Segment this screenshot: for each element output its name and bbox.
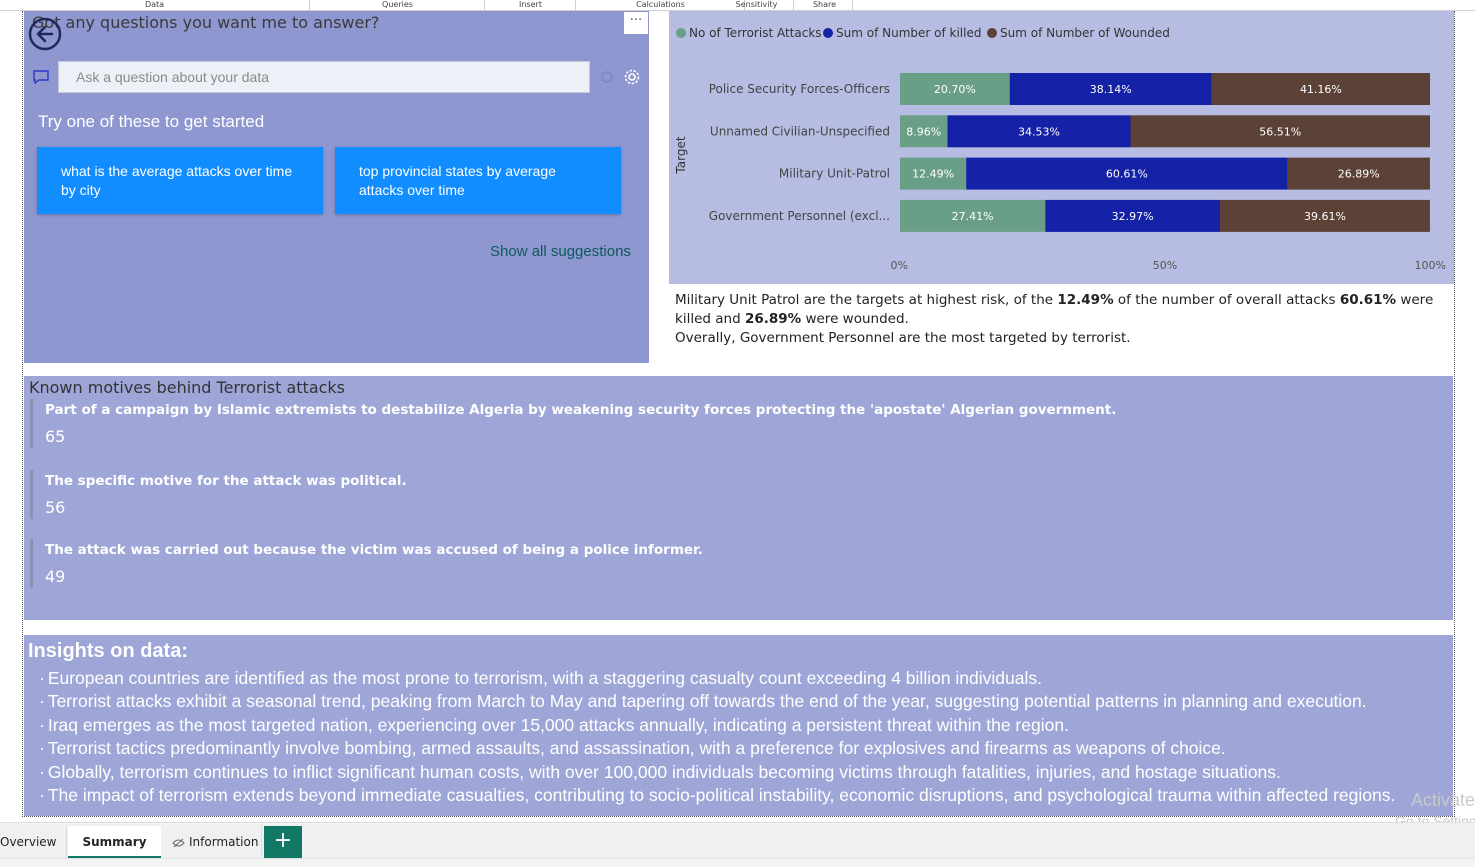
legend-marker [823, 28, 833, 38]
tab-overview[interactable]: Overview [0, 826, 67, 859]
tab-information[interactable]: Information [162, 826, 262, 859]
summary-text-a: Military Unit Patrol are the targets at … [675, 292, 1058, 308]
summary-text-c: of the number of overall attacks [1113, 292, 1340, 308]
summary-value-wounded: 26.89% [744, 311, 802, 327]
x-tick-label: 50% [1153, 259, 1177, 272]
tab-summary[interactable]: Summary [68, 826, 161, 859]
insight-item: The impact of terrorism extends beyond i… [39, 784, 1439, 807]
gear-icon[interactable] [623, 68, 641, 86]
insights-list: European countries are identified as the… [39, 667, 1439, 807]
bar-data-label: 39.61% [1304, 210, 1346, 223]
show-all-suggestions-link[interactable]: Show all suggestions [490, 243, 631, 260]
motive-text: The attack was carried out because the v… [45, 542, 703, 558]
microphone-icon[interactable] [600, 70, 614, 84]
more-options-button[interactable]: ··· [624, 12, 648, 34]
summary-value-attacks: 12.49% [1057, 292, 1114, 308]
legend-label: Sum of Number of killed [836, 26, 981, 40]
ribbon-item-share[interactable]: Share [797, 0, 853, 10]
bar-data-label: 34.53% [1018, 125, 1060, 138]
summary-text: Military Unit Patrol are the targets at … [675, 291, 1445, 348]
x-tick-label: 0% [891, 259, 908, 272]
motive-item: The specific motive for the attack was p… [30, 470, 407, 519]
legend-marker [987, 28, 997, 38]
qa-question-input[interactable] [58, 61, 590, 93]
category-label: Unnamed Civilian-Unspecified [710, 124, 890, 138]
chat-icon [33, 70, 49, 84]
suggestion-button-average-attacks-by-city[interactable]: what is the average attacks over time by… [37, 147, 323, 214]
motive-item: The attack was carried out because the v… [30, 539, 703, 588]
x-tick-label: 100% [1415, 259, 1446, 272]
y-axis-title: Target [674, 136, 688, 174]
insights-title: Insights on data: [28, 640, 188, 662]
suggestion-button-top-provincial-states[interactable]: top provincial states by average attacks… [335, 147, 621, 214]
insights-panel: Insights on data: European countries are… [24, 635, 1453, 816]
chart-legend: No of Terrorist Attacks Sum of Number of … [676, 26, 1170, 40]
insight-item: Globally, terrorism continues to inflict… [39, 761, 1439, 784]
ribbon-item-insert[interactable]: Insert [486, 0, 576, 10]
category-label: Police Security Forces-Officers [709, 82, 890, 96]
ribbon-item-sensitivity[interactable]: Sensitivity [720, 0, 794, 10]
summary-text-g: were wounded. [801, 311, 909, 327]
bar-data-label: 60.61% [1106, 168, 1148, 181]
category-label: Government Personnel (excl... [709, 209, 890, 223]
bar-data-label: 8.96% [906, 125, 941, 138]
bar-data-label: 41.16% [1300, 83, 1342, 96]
bar-data-label: 26.89% [1338, 168, 1380, 181]
legend-marker [676, 28, 686, 38]
summary-value-killed: 60.61% [1339, 292, 1397, 308]
hidden-eye-icon [172, 838, 185, 847]
motives-panel: Known motives behind Terrorist attacks P… [24, 376, 1453, 620]
motive-text: Part of a campaign by Islamic extremists… [45, 402, 1117, 418]
motive-count: 56 [45, 498, 66, 517]
add-page-button[interactable]: + [264, 826, 302, 858]
insight-item: Terrorist tactics predominantly involve … [39, 737, 1439, 760]
legend-label: Sum of Number of Wounded [1000, 26, 1170, 40]
ribbon-item-queries[interactable]: Queries [311, 0, 485, 10]
status-strip [0, 858, 1475, 867]
bar-data-label: 56.51% [1259, 125, 1301, 138]
qa-title: Got any questions you want me to answer? [32, 13, 380, 32]
motive-count: 49 [45, 567, 66, 586]
summary-paragraph-2: Overally, Government Personnel are the m… [675, 330, 1131, 346]
motive-count: 65 [45, 427, 66, 446]
stacked-bar-chart[interactable]: No of Terrorist Attacks Sum of Number of … [669, 11, 1454, 284]
back-arrow-icon[interactable] [28, 17, 62, 51]
try-suggestions-heading: Try one of these to get started [38, 112, 265, 131]
bar-data-label: 32.97% [1112, 210, 1154, 223]
chart-x-ticks: 0% 50% 100% [891, 259, 1446, 272]
tab-label: Information [189, 835, 259, 849]
category-label: Military Unit-Patrol [779, 167, 890, 181]
bar-data-label: 38.14% [1090, 83, 1132, 96]
motives-title: Known motives behind Terrorist attacks [29, 378, 346, 397]
ribbon-strip: Data Queries Insert Calculations Sensiti… [0, 0, 1475, 11]
bar-data-label: 20.70% [934, 83, 976, 96]
chart-bars: 20.70% 38.14% 41.16% 8.96% 34.53% 56.51% 12.49… [900, 73, 1430, 232]
watermark-line-1: Activate [1410, 790, 1475, 810]
insight-item: Terrorist attacks exhibit a seasonal tre… [39, 690, 1439, 713]
summary-paragraph-1: Military Unit Patrol are the targets at … [675, 291, 1445, 329]
legend-label: No of Terrorist Attacks [689, 26, 822, 40]
ribbon-item-data[interactable]: Data [0, 0, 310, 10]
insight-item: European countries are identified as the… [39, 667, 1439, 690]
chart-categories: Police Security Forces-Officers Unnamed C… [709, 82, 890, 223]
motive-text: The specific motive for the attack was p… [45, 473, 407, 489]
tab-label: Summary [82, 835, 147, 849]
insight-item: Iraq emerges as the most targeted nation… [39, 714, 1439, 737]
tab-label: Overview [0, 835, 57, 849]
motive-item: Part of a campaign by Islamic extremists… [30, 399, 1116, 448]
bar-data-label: 12.49% [912, 168, 954, 181]
bar-data-label: 27.41% [952, 210, 994, 223]
